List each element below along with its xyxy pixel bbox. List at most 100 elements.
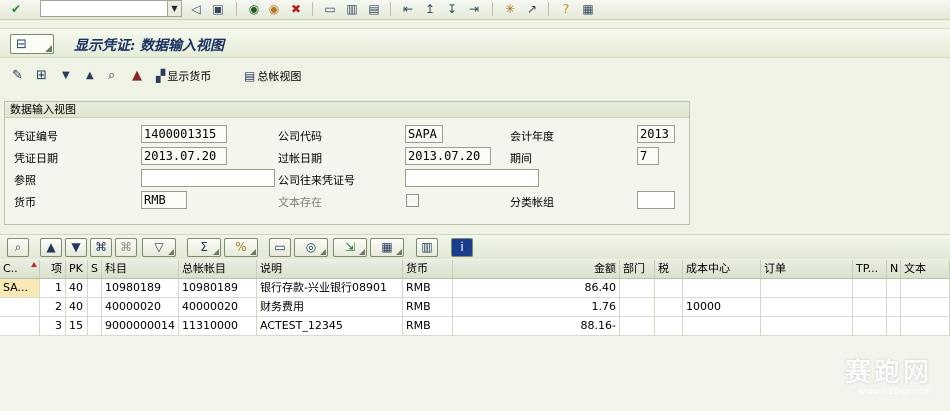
table-row[interactable]: 2 40 40000020 40000020 财务费用 RMB 1.76 100… xyxy=(0,298,950,317)
general-ledger-view-button[interactable]: ▤ 总帐视图 xyxy=(244,68,301,84)
col-header-gl-account[interactable]: 总帐帐目 xyxy=(179,260,257,278)
col-header-tax[interactable]: 税 xyxy=(655,260,683,278)
display-change-icon[interactable]: ✎ xyxy=(12,68,23,84)
find-icon[interactable]: ▥ xyxy=(344,1,360,17)
last-page-icon[interactable]: ⇥ xyxy=(466,1,482,17)
fiscal-year-field[interactable]: 2013 xyxy=(637,125,675,143)
cell-cost-center: 10000 xyxy=(683,298,761,316)
cell-cost-center xyxy=(683,279,761,297)
col-header-order[interactable]: 订单 xyxy=(761,260,853,278)
print-preview-icon[interactable]: ▭ xyxy=(269,238,291,257)
cell-text xyxy=(901,317,950,335)
print-icon[interactable]: ▲ xyxy=(132,68,142,84)
cell-amount: 1.76 xyxy=(453,298,620,316)
cell-s xyxy=(88,298,102,316)
layout-icon[interactable]: ▦ xyxy=(370,238,404,257)
col-header-cost-center[interactable]: 成本中心 xyxy=(683,260,761,278)
menu-button[interactable]: ⊟ xyxy=(10,34,54,54)
cell-order xyxy=(761,298,853,316)
page-title: 显示凭证: 数据输入视图 xyxy=(74,38,225,54)
doc-date-field[interactable]: 2013.07.20 xyxy=(141,147,227,165)
col-header-s[interactable]: S xyxy=(88,260,102,278)
cell-n xyxy=(887,279,901,297)
back-icon[interactable]: ◉ xyxy=(246,1,262,17)
exit-icon[interactable]: ◉ xyxy=(266,1,282,17)
search-icon[interactable]: ⌕ xyxy=(108,68,115,84)
currency-field[interactable]: RMB xyxy=(141,191,187,209)
cell-account: 40000020 xyxy=(102,298,179,316)
col-header-description[interactable]: 说明 xyxy=(257,260,403,278)
cell-n xyxy=(887,298,901,316)
text-exists-checkbox[interactable] xyxy=(406,194,419,207)
cancel-icon[interactable]: ✖ xyxy=(288,1,304,17)
graphic-icon[interactable]: ▥ xyxy=(416,238,438,257)
cell-department xyxy=(620,317,655,335)
company-code-label: 公司代码 xyxy=(278,130,322,143)
reference-label: 参照 xyxy=(14,174,36,187)
cell-amount: 88.16- xyxy=(453,317,620,335)
sort-descending-icon[interactable]: ▼ xyxy=(65,238,87,257)
cell-order xyxy=(761,279,853,297)
export-icon[interactable]: ⇲ xyxy=(333,238,367,257)
save-icon[interactable]: ▣ xyxy=(210,1,226,17)
cell-description: ACTEST_12345 xyxy=(257,317,403,335)
first-page-icon[interactable]: ⇤ xyxy=(400,1,416,17)
subtotal-icon[interactable]: % xyxy=(224,238,258,257)
cell-currency: RMB xyxy=(403,279,453,297)
col-header-item[interactable]: 项 xyxy=(40,260,66,278)
cell-department xyxy=(620,298,655,316)
col-header-text[interactable]: 文本 xyxy=(901,260,950,278)
command-dropdown-icon[interactable]: ▼ xyxy=(167,1,181,16)
col-header-currency[interactable]: 货币 xyxy=(403,260,453,278)
info-icon[interactable]: i xyxy=(451,238,473,257)
cell-item: 2 xyxy=(40,298,66,316)
next-item-down-icon[interactable]: ▼ xyxy=(62,68,70,84)
filter-icon[interactable]: ▽ xyxy=(142,238,176,257)
table-row[interactable]: SA... 1 40 10980189 10980189 银行存款-兴业银行08… xyxy=(0,279,950,298)
sort-ascending-icon[interactable]: ▲ xyxy=(40,238,62,257)
next-page-icon[interactable]: ↧ xyxy=(444,1,460,17)
new-session-icon[interactable]: ✳ xyxy=(502,1,518,17)
previous-item-up-icon[interactable]: ▲ xyxy=(86,68,94,84)
prev-page-icon[interactable]: ↥ xyxy=(422,1,438,17)
display-currency-button[interactable]: ▞ 显示货币 xyxy=(156,68,211,84)
command-field[interactable]: ▼ xyxy=(40,0,182,17)
layout-icon[interactable]: ▦ xyxy=(580,1,596,17)
details-icon[interactable]: ⌕ xyxy=(7,238,29,257)
find-next-icon[interactable]: ▤ xyxy=(366,1,382,17)
shortcut-icon[interactable]: ↗ xyxy=(524,1,540,17)
back-arrow-icon[interactable]: ◁ xyxy=(188,1,204,17)
grid-header-row: C.. 项 PK S 科目 总帐帐目 说明 货币 金额 部门 税 成本中心 订单… xyxy=(0,260,950,279)
print-icon[interactable]: ▭ xyxy=(322,1,338,17)
application-toolbar: ✎ ⊞ ▼ ▲ ⌕ ▲ ▞ 显示货币 ▤ 总帐视图 xyxy=(0,62,950,90)
cell-account: 10980189 xyxy=(102,279,179,297)
check-icon[interactable]: ✔ xyxy=(8,1,24,17)
cell-s xyxy=(88,279,102,297)
sum-icon[interactable]: Σ xyxy=(187,238,221,257)
posting-date-field[interactable]: 2013.07.20 xyxy=(405,147,491,165)
reference-field[interactable] xyxy=(141,169,275,187)
find-icon[interactable]: ⌘ xyxy=(90,238,112,257)
cell-currency: RMB xyxy=(403,317,453,335)
col-header-pk[interactable]: PK xyxy=(66,260,88,278)
cell-c: SA... xyxy=(0,279,40,297)
doc-number-field[interactable]: 1400001315 xyxy=(141,125,227,143)
help-icon[interactable]: ? xyxy=(558,1,574,17)
col-header-department[interactable]: 部门 xyxy=(620,260,655,278)
ledger-group-field[interactable] xyxy=(637,191,675,209)
intercompany-field[interactable] xyxy=(405,169,539,187)
cell-pk: 40 xyxy=(66,279,88,297)
col-header-c[interactable]: C.. xyxy=(0,260,40,278)
col-header-n[interactable]: N xyxy=(887,260,901,278)
company-code-field[interactable]: SAPA xyxy=(405,125,443,143)
other-document-icon[interactable]: ⊞ xyxy=(36,68,47,84)
views-icon[interactable]: ◎ xyxy=(294,238,328,257)
period-field[interactable]: 7 xyxy=(637,147,659,165)
col-header-account[interactable]: 科目 xyxy=(102,260,179,278)
menu-icon: ⊟ xyxy=(16,37,27,52)
find-next-icon[interactable]: ⌘ xyxy=(115,238,137,257)
cell-gl-account: 40000020 xyxy=(179,298,257,316)
col-header-amount[interactable]: 金额 xyxy=(453,260,620,278)
table-row[interactable]: 3 15 9000000014 11310000 ACTEST_12345 RM… xyxy=(0,317,950,336)
col-header-tp[interactable]: TP... xyxy=(853,260,887,278)
